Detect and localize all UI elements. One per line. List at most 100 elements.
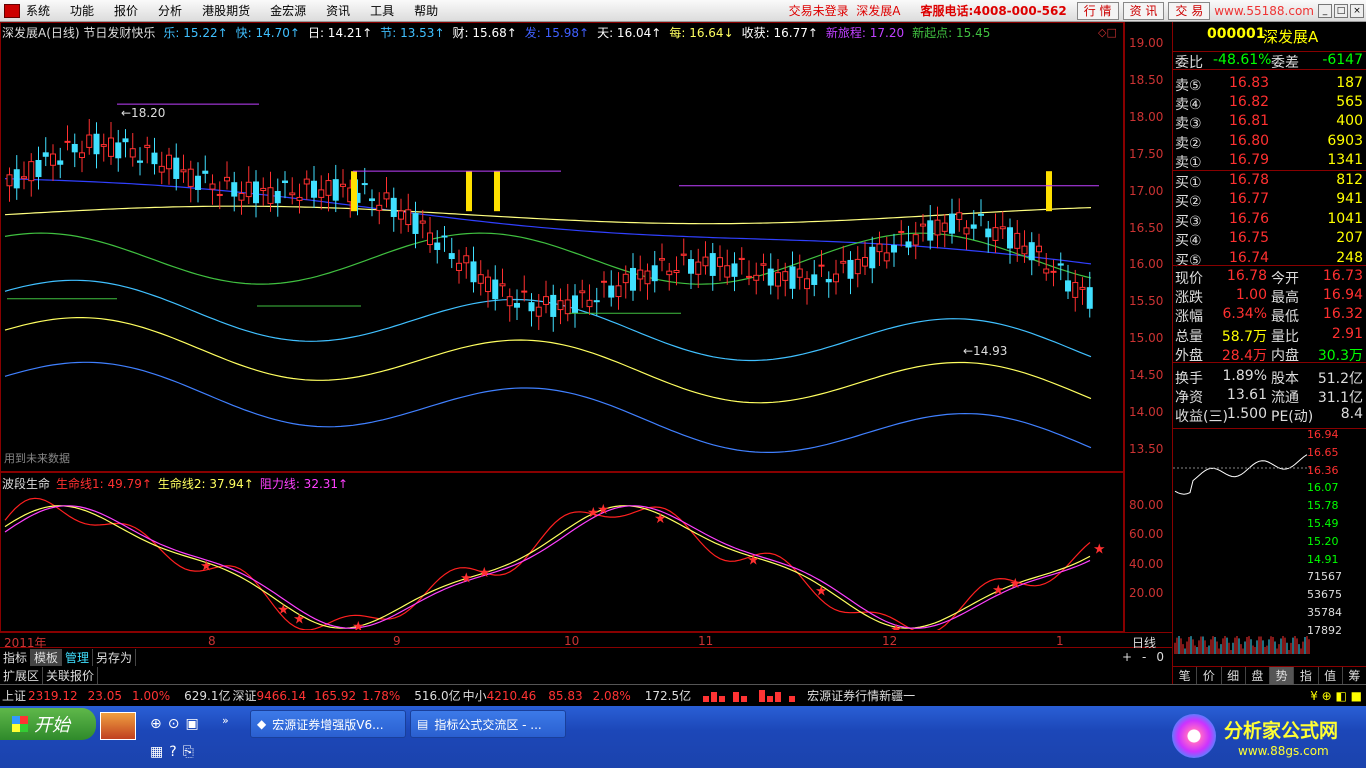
menu-analysis[interactable]: 分析 (158, 2, 182, 19)
candle-body (644, 270, 651, 285)
kline-header-item: 每: 16.64↓ (669, 26, 734, 40)
taskbar-item-hongyuan[interactable]: ◆ 宏源证券增强版V6... (250, 710, 406, 738)
menu-quote[interactable]: 报价 (114, 2, 138, 19)
kline-header-item: 天: 16.04↑ (597, 26, 662, 40)
zx-label: 中小 (462, 689, 487, 703)
chart-corner-icons[interactable]: ◇□ (1098, 26, 1117, 39)
candle-body (978, 213, 984, 216)
tab-related-quote[interactable]: 关联报价 (43, 666, 99, 684)
candle-body (282, 180, 288, 184)
menu-function[interactable]: 功能 (70, 2, 94, 19)
candle-body (441, 235, 448, 238)
menu-help[interactable]: 帮助 (414, 2, 438, 19)
zoom-in-button[interactable]: + (1122, 650, 1132, 664)
watermark-title: 分析家公式网 (1224, 720, 1339, 742)
quicklaunch-expand-icon[interactable]: » (222, 714, 229, 727)
stat-value: 16.32 (1322, 306, 1363, 323)
candle-body (825, 278, 832, 283)
candle-body (1028, 242, 1035, 261)
candle-body (390, 197, 397, 217)
indicator-tabs: 指标 模板 管理 另存为 + - 0 (0, 648, 1172, 666)
mini-axis-tick: 53675 (1307, 588, 1342, 602)
taskbar-item-forum[interactable]: ▤ 指标公式交流区 - ... (410, 710, 566, 738)
tab-indicator[interactable]: 指标 (0, 648, 32, 666)
maximize-icon[interactable]: □ (1334, 3, 1348, 18)
close-icon[interactable]: × (1350, 3, 1364, 18)
nav-trade-button[interactable]: 交 易 (1168, 1, 1211, 20)
menu-news[interactable]: 资讯 (326, 2, 350, 19)
candle-body (970, 224, 977, 229)
quote-tab[interactable]: 指 (1294, 667, 1319, 684)
intraday-mini-chart[interactable] (1173, 430, 1313, 656)
news-ticker[interactable]: 宏源证券行情新疆一 (807, 687, 915, 704)
quote-tab[interactable]: 笔 (1173, 667, 1198, 684)
zoom-out-button[interactable]: - (1142, 650, 1146, 664)
status-tray-icons[interactable]: ¥ ⊕ ◧ ■ (1310, 689, 1362, 703)
stat-label: 今开 (1271, 271, 1299, 287)
menu-tools[interactable]: 工具 (370, 2, 394, 19)
book-volume: 248 (1336, 249, 1363, 266)
quicklaunch-icons-2[interactable]: ▦?⎘ (150, 744, 200, 760)
candle-body (195, 175, 201, 190)
candle-body (992, 227, 999, 241)
reset-button[interactable]: 0 (1156, 650, 1164, 664)
candle-body (274, 190, 281, 204)
browser-window-icon: ▤ (417, 717, 429, 731)
price-tick: 14.00 (1129, 405, 1164, 419)
tab-save-as[interactable]: 另存为 (93, 648, 137, 666)
candle-body (869, 246, 876, 269)
nav-news-button[interactable]: 资 讯 (1122, 1, 1165, 20)
nav-quote-button[interactable]: 行 情 (1076, 1, 1119, 20)
date-tick: 9 (393, 634, 401, 648)
book-price: 16.80 (1229, 132, 1270, 149)
candle-body (557, 300, 564, 311)
quote-tab[interactable]: 价 (1197, 667, 1222, 684)
buy-row: 买① 16.78 812 (1173, 172, 1366, 191)
tab-template[interactable]: 模板 (31, 648, 63, 666)
kline-header-item: 财: 15.68↑ (452, 26, 517, 40)
quicklaunch-icons[interactable]: ⊕⊙▣ (150, 716, 205, 732)
kline-header-item: 乐: 15.22↑ (163, 26, 228, 40)
login-status-text: 交易未登录 (788, 4, 849, 18)
start-label: 开始 (34, 715, 70, 736)
quote-tab[interactable]: 值 (1319, 667, 1343, 684)
candle-body (187, 168, 194, 187)
kline-chart[interactable]: ←18.20 ←14.93 (1, 40, 1123, 470)
stats-row: 总量 58.7万 量比 2.91 (1173, 326, 1366, 345)
price-tick: 13.50 (1129, 441, 1164, 456)
quote-tab[interactable]: 盘 (1246, 667, 1270, 684)
mini-axis-tick: 16.07 (1307, 481, 1339, 495)
buy-signal-star-icon: ★ (992, 582, 1005, 598)
app-window-icon: ◆ (257, 717, 267, 731)
minimize-icon[interactable]: _ (1318, 3, 1332, 18)
start-button[interactable]: 开始 (0, 708, 96, 740)
indicator-chart[interactable]: ★★★ ★★ ★★★★★★★★ ★★ (1, 490, 1123, 630)
candle-body (267, 187, 274, 204)
menu-hk-futures[interactable]: 港股期货 (202, 2, 250, 19)
buy-row: 买④ 16.75 207 (1173, 230, 1366, 249)
stock-name: 深发展A (1263, 28, 1319, 46)
stat-label: 净资 (1175, 390, 1203, 407)
stat-label: 收益(三) (1175, 409, 1228, 426)
menu-jinhongyuan[interactable]: 金宏源 (270, 2, 306, 19)
candle-body (1079, 286, 1086, 290)
book-volume: 565 (1336, 94, 1363, 111)
candle-body (927, 220, 934, 241)
book-volume: 400 (1336, 113, 1363, 130)
tab-extension[interactable]: 扩展区 (0, 666, 44, 684)
candle-body (854, 258, 861, 275)
book-level-label: 卖③ (1175, 116, 1202, 133)
candle-body (28, 161, 35, 182)
quote-tab[interactable]: 细 (1222, 667, 1246, 684)
sell-row: 卖④ 16.82 565 (1173, 94, 1366, 113)
quote-tab[interactable]: 势 (1270, 667, 1295, 684)
menu-system[interactable]: 系统 (26, 2, 50, 19)
stat-value: 16.73 (1322, 268, 1363, 284)
weibi-label: 委比 (1175, 55, 1203, 71)
show-desktop-icon[interactable] (100, 712, 136, 740)
candle-body (318, 189, 325, 198)
price-tick: 16.00 (1129, 257, 1164, 272)
tab-manage[interactable]: 管理 (62, 648, 94, 666)
quote-tab[interactable]: 筹 (1343, 667, 1366, 684)
login-status[interactable]: 交易未登录 深发展A (789, 2, 901, 19)
